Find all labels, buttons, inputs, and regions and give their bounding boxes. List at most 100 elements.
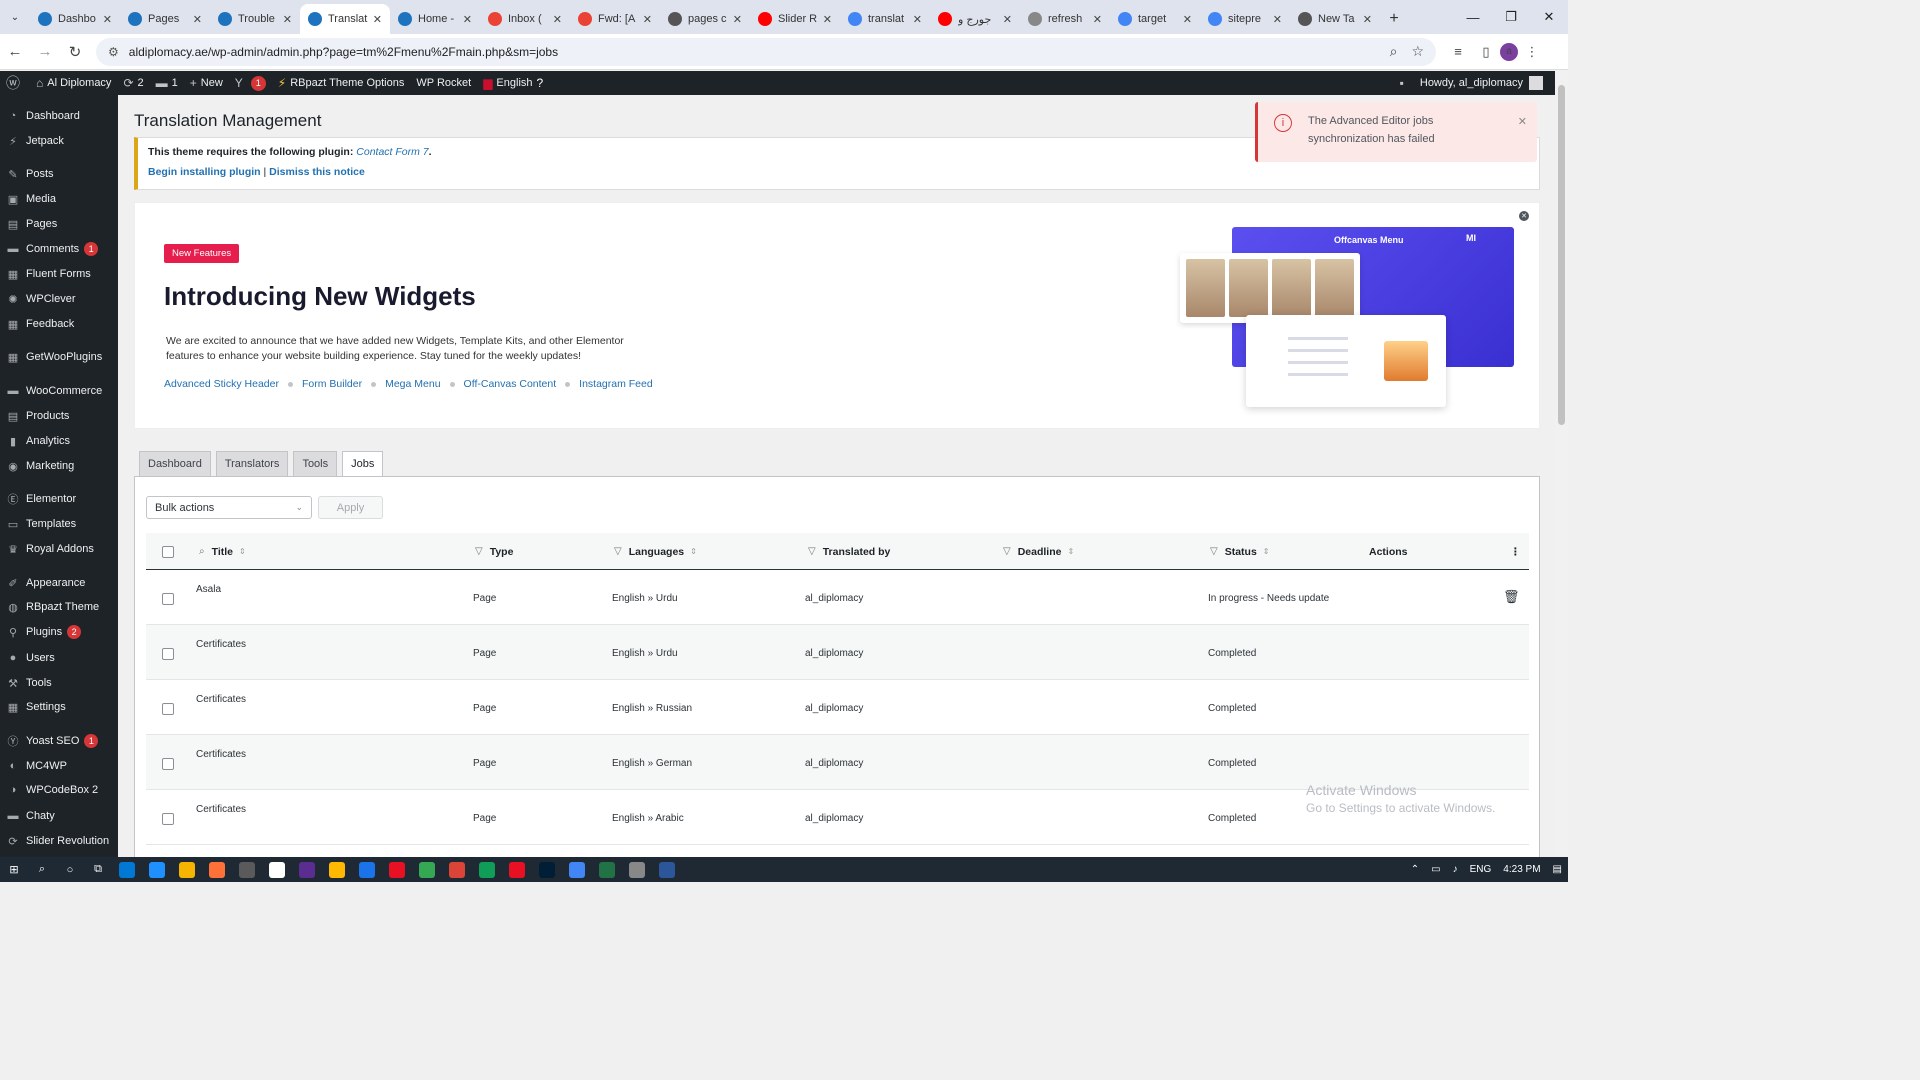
col-status[interactable]: ▽ Status ⇕ xyxy=(1210,533,1270,570)
trash-icon[interactable]: 🗑 xyxy=(1503,589,1520,605)
volume-icon[interactable]: ♪ xyxy=(1453,864,1458,875)
url-text[interactable]: aldiplomacy.ae/wp-admin/admin.php?page=t… xyxy=(129,45,1376,59)
sidebar-item-templates[interactable]: ▭ Templates xyxy=(0,513,118,535)
input-language[interactable]: ENG xyxy=(1470,864,1492,875)
job-title-link[interactable]: Certificates xyxy=(196,804,246,815)
col-translated-by[interactable]: ▽ Translated by xyxy=(808,533,890,570)
sidebar-item-feedback[interactable]: ▦ Feedback xyxy=(0,313,118,335)
browser-tab[interactable]: New Ta ✕ xyxy=(1290,4,1380,34)
close-window-icon[interactable]: ✕ xyxy=(1530,0,1568,34)
browser-tab[interactable]: Pages ✕ xyxy=(120,4,210,34)
tab-close-icon[interactable]: ✕ xyxy=(1003,13,1012,26)
filter-icon[interactable]: ▽ xyxy=(614,546,622,557)
job-title-link[interactable]: Asala xyxy=(196,584,221,595)
task-view-icon[interactable]: ⧉ xyxy=(84,857,112,882)
tab-close-icon[interactable]: ✕ xyxy=(193,13,202,26)
back-arrow-icon[interactable]: ← xyxy=(0,37,30,67)
bulk-actions-select[interactable]: Bulk actions ⌄ xyxy=(146,496,312,519)
address-bar[interactable]: ⚙ aldiplomacy.ae/wp-admin/admin.php?page… xyxy=(96,37,1436,66)
col-languages[interactable]: ▽ Languages ⇕ xyxy=(614,533,697,570)
sidebar-item-mc4wp[interactable]: ◐ MC4WP xyxy=(0,755,118,777)
tab-close-icon[interactable]: ✕ xyxy=(1093,13,1102,26)
browser-tab[interactable]: refresh ✕ xyxy=(1020,4,1110,34)
tab-close-icon[interactable]: ✕ xyxy=(1183,13,1192,26)
sidebar-item-appearance[interactable]: ✐ Appearance xyxy=(0,572,118,594)
browser-tab[interactable]: Home - ✕ xyxy=(390,4,480,34)
browser-tab[interactable]: Inbox (✕ xyxy=(480,4,570,34)
browser-tab[interactable]: target ✕ xyxy=(1110,4,1200,34)
banner-close-icon[interactable]: ✕ xyxy=(1519,211,1529,221)
sidebar-item-getwooplugins[interactable]: ▦ GetWooPlugins xyxy=(0,346,118,368)
sidebar-item-tools[interactable]: ⚒ Tools xyxy=(0,672,118,694)
browser-tab[interactable]: جورج و ✕ xyxy=(930,4,1020,34)
row-checkbox[interactable] xyxy=(162,703,174,715)
col-deadline[interactable]: ▽ Deadline ⇕ xyxy=(1003,533,1074,570)
taskbar-app-icon[interactable] xyxy=(205,857,229,882)
filter-icon[interactable]: ▽ xyxy=(1003,546,1011,557)
site-info-icon[interactable]: ⚙ xyxy=(108,45,119,59)
taskbar-app-icon[interactable] xyxy=(595,857,619,882)
browser-tab[interactable]: Fwd: [A ✕ xyxy=(570,4,660,34)
new-content-link[interactable]: + New xyxy=(184,71,229,95)
account-menu[interactable]: Howdy, al_diplomacy xyxy=(1414,71,1555,95)
sidebar-item-settings[interactable]: ▦ Settings xyxy=(0,696,118,718)
updates-link[interactable]: ⟳ 2 xyxy=(117,71,149,95)
taskbar-app-icon[interactable] xyxy=(445,857,469,882)
row-checkbox[interactable] xyxy=(162,648,174,660)
tab-close-icon[interactable]: ✕ xyxy=(553,13,562,26)
install-plugin-link[interactable]: Begin installing plugin xyxy=(148,166,261,178)
taskbar-app-icon[interactable] xyxy=(475,857,499,882)
taskbar-app-icon[interactable] xyxy=(505,857,529,882)
tray-chevron-icon[interactable]: ⌃ xyxy=(1411,864,1419,875)
taskbar-app-icon[interactable] xyxy=(565,857,589,882)
taskbar-app-icon[interactable] xyxy=(625,857,649,882)
browser-tab[interactable]: sitepre ✕ xyxy=(1200,4,1290,34)
tab-translators[interactable]: Translators xyxy=(215,451,289,476)
sidebar-item-elementor[interactable]: Ⓔ Elementor xyxy=(0,488,118,510)
page-scrollbar[interactable] xyxy=(1555,71,1568,857)
row-checkbox[interactable] xyxy=(162,813,174,825)
apply-button[interactable]: Apply xyxy=(318,496,383,519)
sidebar-item-royal-addons[interactable]: ♛ Royal Addons xyxy=(0,538,118,560)
forward-arrow-icon[interactable]: → xyxy=(30,37,60,67)
row-checkbox[interactable] xyxy=(162,593,174,605)
tab-close-icon[interactable]: ✕ xyxy=(283,13,292,26)
sidebar-item-wpclever[interactable]: ✺ WPClever xyxy=(0,288,118,310)
zoom-icon[interactable]: ⌕ xyxy=(1390,43,1398,60)
sidebar-item-wpcodebox-2[interactable]: ◑ WPCodeBox 2 xyxy=(0,779,118,801)
language-switcher[interactable]: ▆ English? xyxy=(477,71,553,95)
media-controls-icon[interactable]: ≡ xyxy=(1444,44,1472,59)
restore-icon[interactable]: ❐ xyxy=(1492,0,1530,34)
wp-rocket-link[interactable]: WP Rocket xyxy=(410,71,477,95)
sidebar-item-jetpack[interactable]: ⚡ Jetpack xyxy=(0,130,118,152)
sort-icon[interactable]: ⇕ xyxy=(239,547,246,556)
taskbar-app-icon[interactable] xyxy=(115,857,139,882)
sort-icon[interactable]: ⇕ xyxy=(1263,547,1270,556)
browser-menu-icon[interactable]: ⋮ xyxy=(1518,44,1546,60)
feature-link[interactable]: Advanced Sticky Header xyxy=(164,378,279,390)
job-title-link[interactable]: Certificates xyxy=(196,639,246,650)
new-tab-button[interactable]: + xyxy=(1380,4,1408,34)
sort-icon[interactable]: ⇕ xyxy=(690,547,697,556)
select-all-checkbox[interactable] xyxy=(162,545,174,558)
bookmark-star-icon[interactable]: ☆ xyxy=(1411,43,1424,60)
taskbar-app-icon[interactable] xyxy=(235,857,259,882)
tab-close-icon[interactable]: ✕ xyxy=(1363,13,1372,26)
windows-start-icon[interactable]: ⊞ xyxy=(0,857,28,882)
toast-close-icon[interactable]: ✕ xyxy=(1518,115,1527,128)
dismiss-notice-link[interactable]: Dismiss this notice xyxy=(269,166,365,178)
browser-tab[interactable]: Trouble ✕ xyxy=(210,4,300,34)
sidebar-item-marketing[interactable]: ◉ Marketing xyxy=(0,455,118,477)
network-icon[interactable]: ▭ xyxy=(1431,864,1440,875)
browser-tab[interactable]: pages c ✕ xyxy=(660,4,750,34)
theme-options-link[interactable]: ⚡ RBpazt Theme Options xyxy=(272,71,411,95)
tab-close-icon[interactable]: ✕ xyxy=(103,13,112,26)
filter-icon[interactable]: ▽ xyxy=(808,546,816,557)
taskbar-app-icon[interactable] xyxy=(415,857,439,882)
taskbar-app-icon[interactable] xyxy=(355,857,379,882)
browser-tab[interactable]: Dashbo ✕ xyxy=(30,4,120,34)
tab-close-icon[interactable]: ✕ xyxy=(1273,13,1282,26)
taskbar-app-icon[interactable] xyxy=(655,857,679,882)
tab-close-icon[interactable]: ✕ xyxy=(913,13,922,26)
sidebar-item-pages[interactable]: ▤ Pages xyxy=(0,213,118,235)
